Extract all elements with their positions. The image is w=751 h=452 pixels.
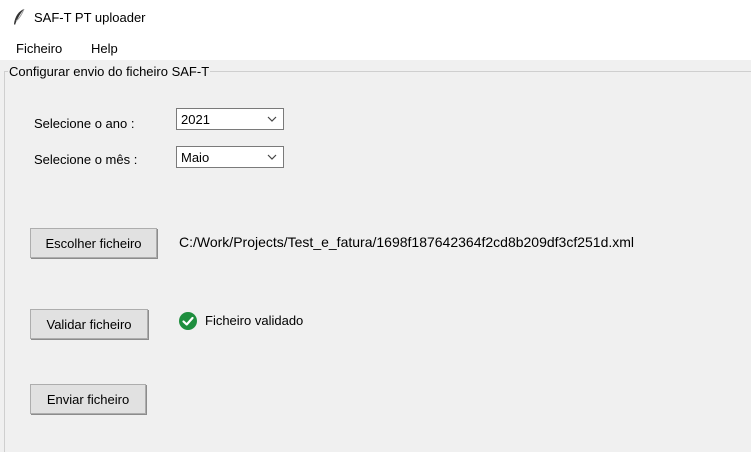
menu-help[interactable]: Help: [91, 41, 118, 56]
selected-file-path: C:/Work/Projects/Test_e_fatura/1698f1876…: [179, 234, 635, 250]
choose-file-button[interactable]: Escolher ficheiro: [30, 228, 157, 258]
menu-bar: Ficheiro Help: [0, 36, 751, 60]
groupbox-label: Configurar envio do ficheiro SAF-T: [8, 64, 211, 79]
menu-ficheiro[interactable]: Ficheiro: [16, 41, 62, 56]
year-value: 2021: [181, 112, 210, 127]
title-bar: SAF-T PT uploader: [0, 0, 751, 36]
feather-icon: [14, 8, 25, 25]
validation-status: Ficheiro validado: [205, 313, 304, 328]
month-value: Maio: [181, 150, 210, 165]
check-circle-icon: [179, 312, 197, 330]
year-label: Selecione o ano :: [34, 116, 135, 131]
year-select[interactable]: 2021: [176, 108, 284, 130]
validate-file-button[interactable]: Validar ficheiro: [30, 309, 148, 339]
chevron-down-icon: [267, 154, 277, 160]
month-label: Selecione o mês :: [34, 152, 138, 167]
month-select[interactable]: Maio: [176, 146, 284, 168]
send-file-button[interactable]: Enviar ficheiro: [30, 384, 146, 414]
window-title: SAF-T PT uploader: [34, 10, 146, 25]
chevron-down-icon: [267, 116, 277, 122]
